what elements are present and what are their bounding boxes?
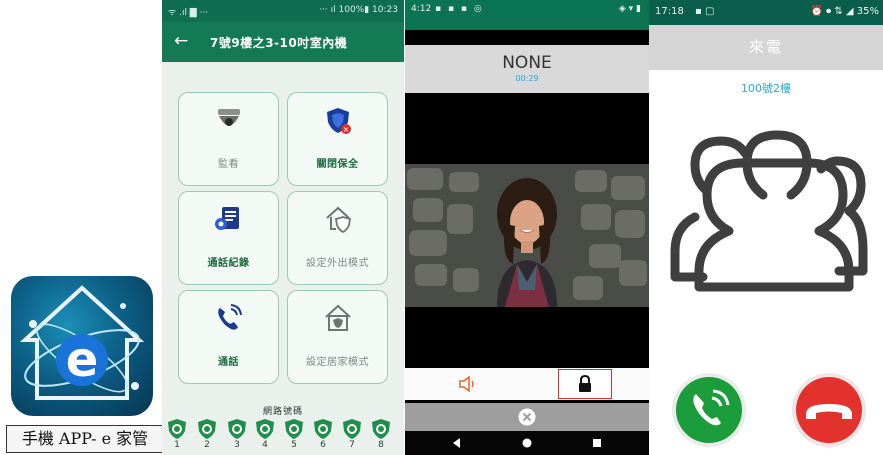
shield-number-icon[interactable] — [167, 418, 187, 440]
status-right: ··· ıl 100%▮ 10:23 — [319, 5, 398, 15]
call-header: NONE 00:29 — [405, 45, 649, 93]
home-circle-icon[interactable] — [521, 437, 533, 449]
app-promo-panel: e 手機 APP- e 家管 — [0, 0, 164, 455]
status-time: 17:18 — [655, 6, 684, 17]
status-time: 4:12 — [411, 4, 432, 14]
incoming-call-screen: 17:18 ▪ ▢ ⏰ ⏺ ⇅ ◢ 35% 來電 100號2樓 — [649, 0, 883, 455]
e-home-logo-icon: e — [11, 276, 153, 416]
shield-number-icon[interactable] — [284, 418, 304, 440]
tile-label: 通話 — [218, 357, 239, 368]
recents-square-icon[interactable] — [591, 437, 603, 449]
caller-name: NONE — [502, 53, 552, 73]
group-people-icon — [670, 130, 868, 292]
shield-number-icon[interactable] — [227, 418, 247, 440]
hangup-bar — [405, 403, 649, 431]
shield-number-icon[interactable] — [371, 418, 391, 440]
status-bar: ᯤ .ıl ▇ ··· ··· ıl 100%▮ 10:23 — [162, 0, 404, 22]
tile-home-mode[interactable]: 設定居家模式 — [287, 290, 388, 384]
video-feed-image — [405, 164, 649, 307]
page-title: 7號9樓之3-10吋室內機 — [210, 36, 348, 50]
shield-number: 2 — [204, 440, 210, 450]
tile-monitor[interactable]: 監看 — [178, 92, 279, 186]
decline-call-icon[interactable] — [791, 372, 867, 448]
shield-alert-icon: × — [327, 108, 351, 134]
tile-call-log[interactable]: 通話紀錄 — [178, 191, 279, 285]
caller-unit: 100號2樓 — [741, 82, 791, 95]
shield-number: 5 — [291, 440, 297, 450]
call-log-icon — [215, 207, 239, 230]
shield-number: 6 — [320, 440, 326, 450]
call-timer: 00:29 — [515, 74, 539, 83]
close-circle-icon[interactable] — [518, 408, 536, 426]
tile-label: 監看 — [218, 159, 239, 170]
app-caption: 手機 APP- e 家管 — [6, 425, 164, 453]
tile-disarm[interactable]: × 關閉保全 — [287, 92, 388, 186]
unlock-door-button[interactable] — [558, 369, 612, 399]
screen-title: 來電 — [649, 25, 883, 70]
lock-icon — [579, 375, 591, 392]
tile-label: 關閉保全 — [316, 159, 359, 170]
status-icons: ▪ ▪ ▪ ◎ — [435, 4, 484, 14]
system-nav-bar — [405, 431, 649, 455]
answer-call-icon[interactable] — [671, 372, 747, 448]
status-icons: ▪ ▢ — [695, 6, 715, 17]
shield-number: 7 — [349, 440, 355, 450]
arrow-left-icon[interactable]: ← — [174, 31, 188, 51]
indoor-unit-screen: ᯤ .ıl ▇ ··· ··· ıl 100%▮ 10:23 ← 7號9樓之3-… — [162, 0, 404, 455]
tile-call[interactable]: 通話 — [178, 290, 279, 384]
tile-label: 設定居家模式 — [306, 357, 369, 368]
shield-number: 3 — [234, 440, 240, 450]
shield-house-icon — [326, 206, 352, 234]
shield-number-icon[interactable] — [197, 418, 217, 440]
shield-number-icon[interactable] — [313, 418, 333, 440]
shield-number-icon[interactable] — [342, 418, 362, 440]
svg-text:×: × — [343, 125, 350, 134]
phone-ringing-icon — [218, 304, 242, 330]
app-bar: ← 7號9樓之3-10吋室內機 — [162, 22, 404, 62]
tile-label: 通話紀錄 — [207, 258, 250, 269]
status-bar: 4:12 ▪ ▪ ▪ ◎ ◈ ▾ ▮ — [405, 0, 649, 30]
status-left: ᯤ .ıl ▇ ··· — [168, 8, 209, 18]
dome-camera-icon — [218, 109, 240, 126]
back-triangle-icon[interactable] — [451, 437, 463, 449]
status-right: ⏰ ⏺ ⇅ ◢ 35% — [810, 6, 879, 17]
tile-label: 設定外出模式 — [306, 258, 369, 269]
network-number-label: 網路號碼 — [262, 407, 303, 417]
video-call-screen: 4:12 ▪ ▪ ▪ ◎ ◈ ▾ ▮ NONE 00:29 — [405, 0, 649, 455]
shield-number: 8 — [378, 440, 384, 450]
shield-number: 4 — [262, 440, 268, 450]
svg-text:e: e — [66, 332, 99, 388]
house-shield-icon — [325, 304, 351, 331]
status-right: ◈ ▾ ▮ — [618, 4, 641, 14]
shield-number-icon[interactable] — [255, 418, 275, 440]
status-bar: 17:18 ▪ ▢ ⏰ ⏺ ⇅ ◢ 35% — [649, 0, 883, 25]
speaker-icon[interactable] — [458, 376, 478, 392]
shield-number: 1 — [174, 440, 180, 450]
tile-away-mode[interactable]: 設定外出模式 — [287, 191, 388, 285]
call-controls — [405, 368, 649, 400]
